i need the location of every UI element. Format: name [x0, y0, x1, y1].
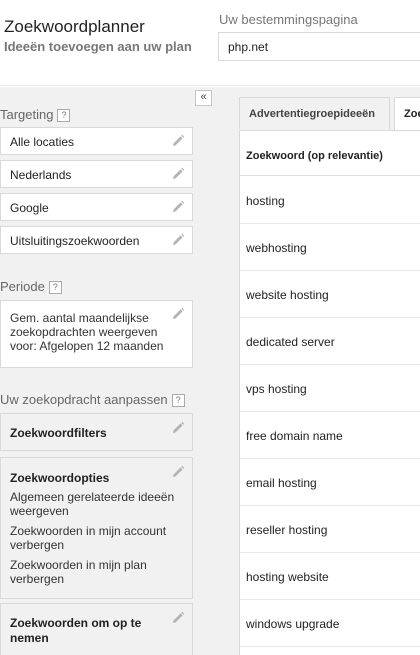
- include-keywords-title: Zoekwoorden om op te nemen: [10, 616, 142, 645]
- keyword-option: Zoekwoorden in mijn account verbergen: [10, 524, 167, 552]
- app-subtitle: Ideeën toevoegen aan uw plan: [4, 39, 192, 54]
- customize-title: Uw zoekopdracht aanpassen: [0, 392, 168, 407]
- table-row[interactable]: reseller hosting: [240, 506, 420, 553]
- keyword-option: Algemeen gerelateerde ideeën weergeven: [10, 490, 175, 518]
- targeting-item-label: Nederlands: [10, 168, 72, 182]
- pencil-icon[interactable]: [171, 421, 185, 435]
- pencil-icon[interactable]: [171, 611, 185, 625]
- pencil-icon[interactable]: [171, 307, 185, 321]
- keyword-filters-title: Zoekwoordfilters: [10, 426, 107, 440]
- table-row[interactable]: dedicated server: [240, 318, 420, 365]
- results-area: Advertentiegroepideeën Zoe Zoekwoord (op…: [212, 87, 420, 655]
- table-row[interactable]: windows upgrade: [240, 600, 420, 647]
- help-icon[interactable]: ?: [57, 109, 71, 122]
- table-row[interactable]: hosting: [240, 177, 420, 224]
- keyword-table: Zoekwoord (op relevantie) hosting webhos…: [239, 130, 420, 655]
- destination-label: Uw bestemmingspagina: [219, 12, 358, 27]
- destination-input[interactable]: [218, 32, 420, 61]
- table-row[interactable]: webhosting: [240, 224, 420, 271]
- targeting-item-locations[interactable]: Alle locaties: [0, 127, 193, 155]
- targeting-title: Targeting: [0, 107, 54, 122]
- targeting-item-negative-keywords[interactable]: Uitsluitingszoekwoorden: [0, 226, 193, 254]
- tab-ad-group-ideas[interactable]: Advertentiegroepideeën: [239, 97, 390, 129]
- pencil-icon[interactable]: [171, 465, 185, 479]
- period-selector[interactable]: Gem. aantal maandelijkse zoekopdrachten …: [0, 300, 193, 368]
- pencil-icon[interactable]: [171, 134, 185, 148]
- pencil-icon[interactable]: [171, 167, 185, 181]
- targeting-item-label: Google: [10, 201, 49, 215]
- keyword-options-panel[interactable]: Zoekwoordopties Algemeen gerelateerde id…: [0, 457, 193, 599]
- collapse-sidebar-button[interactable]: «: [195, 90, 212, 106]
- period-heading: Periode?: [0, 279, 62, 294]
- table-row[interactable]: hosting website: [240, 553, 420, 600]
- period-text: Gem. aantal maandelijkse zoekopdrachten …: [10, 311, 164, 353]
- keyword-column-header[interactable]: Zoekwoord (op relevantie): [240, 131, 420, 176]
- targeting-item-label: Alle locaties: [10, 135, 75, 149]
- period-title: Periode: [0, 279, 45, 294]
- keyword-option: Zoekwoorden in mijn plan verbergen: [10, 558, 147, 586]
- targeting-item-network[interactable]: Google: [0, 193, 193, 221]
- include-keywords-panel[interactable]: Zoekwoorden om op te nemen: [0, 603, 193, 655]
- pencil-icon[interactable]: [171, 200, 185, 214]
- table-row[interactable]: website hosting: [240, 271, 420, 318]
- help-icon[interactable]: ?: [171, 394, 185, 407]
- table-row[interactable]: free domain name: [240, 412, 420, 459]
- planner-header: Zoekwoordplanner Ideeën toevoegen aan uw…: [0, 0, 420, 86]
- targeting-item-language[interactable]: Nederlands: [0, 160, 193, 188]
- tab-keyword-ideas[interactable]: Zoe: [394, 97, 420, 130]
- keyword-filters-panel[interactable]: Zoekwoordfilters: [0, 413, 193, 451]
- help-icon[interactable]: ?: [48, 281, 62, 294]
- pencil-icon[interactable]: [171, 233, 185, 247]
- app-title: Zoekwoordplanner: [4, 17, 145, 36]
- options-sidebar: « Targeting? Alle locaties Nederlands Go…: [0, 87, 212, 655]
- table-row[interactable]: vps hosting: [240, 365, 420, 412]
- table-row[interactable]: email hosting: [240, 459, 420, 506]
- targeting-item-label: Uitsluitingszoekwoorden: [10, 234, 140, 248]
- customize-heading: Uw zoekopdracht aanpassen?: [0, 392, 185, 407]
- targeting-heading: Targeting?: [0, 107, 71, 122]
- keyword-options-title: Zoekwoordopties: [10, 471, 110, 485]
- double-chevron-left-icon: «: [200, 91, 207, 103]
